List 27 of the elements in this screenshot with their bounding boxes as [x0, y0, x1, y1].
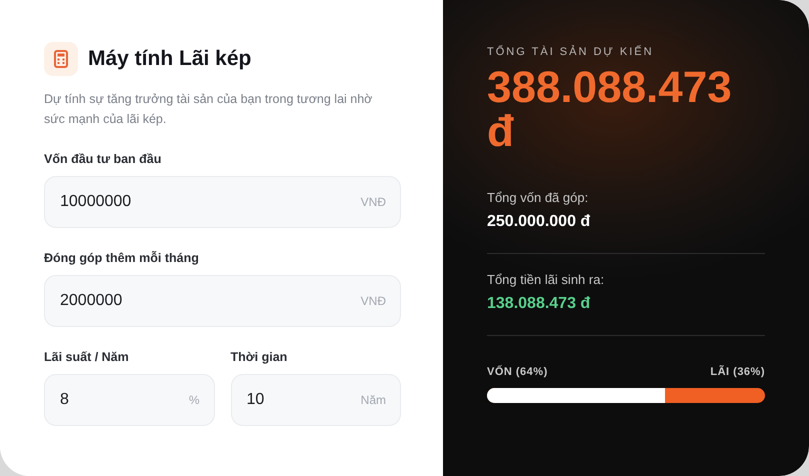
- calculator-icon: [44, 42, 78, 76]
- stat-label: Tổng tiền lãi sinh ra:: [487, 272, 606, 287]
- principal-share-label: VỐN (64%): [487, 366, 548, 378]
- field-value[interactable]: 8: [60, 391, 189, 409]
- field-label: Đóng góp thêm mỗi tháng: [44, 251, 200, 265]
- interest-share-label: LÃI (36%): [710, 366, 765, 378]
- field-label: Vốn đầu tư ban đầu: [44, 152, 162, 166]
- calculator-title: Máy tính Lãi kép: [88, 47, 252, 71]
- field-value[interactable]: 2000000: [60, 292, 361, 310]
- field-label: Lãi suất / Năm: [44, 350, 130, 364]
- unit-label: VNĐ: [360, 294, 386, 308]
- unit-label: %: [188, 393, 200, 407]
- unit-label: Năm: [360, 393, 386, 407]
- total-amount: 388.088.473 đ: [487, 66, 733, 154]
- input-field[interactable]: 2000000 VNĐ: [44, 275, 401, 327]
- result-heading: TỔNG TÀI SẢN DỰ KIẾN: [487, 46, 655, 58]
- input-field[interactable]: 10000000 VNĐ: [44, 176, 401, 228]
- input-field[interactable]: 10 Năm: [230, 374, 401, 426]
- field-value[interactable]: 10: [246, 391, 361, 409]
- field-label: Thời gian: [230, 350, 288, 364]
- unit-label: VNĐ: [360, 195, 386, 209]
- field-value[interactable]: 10000000: [60, 193, 361, 211]
- stat-value: 250.000.000 đ: [487, 213, 592, 231]
- stat-label: Tổng vốn đã góp:: [487, 190, 590, 205]
- input-field[interactable]: 8 %: [44, 374, 214, 426]
- stat-value: 138.088.473 đ: [487, 295, 592, 313]
- description: Dự tính sự tăng trưởng tài sản của bạn trong tương lai nhờ sức mạnh của lãi kép.: [44, 91, 374, 128]
